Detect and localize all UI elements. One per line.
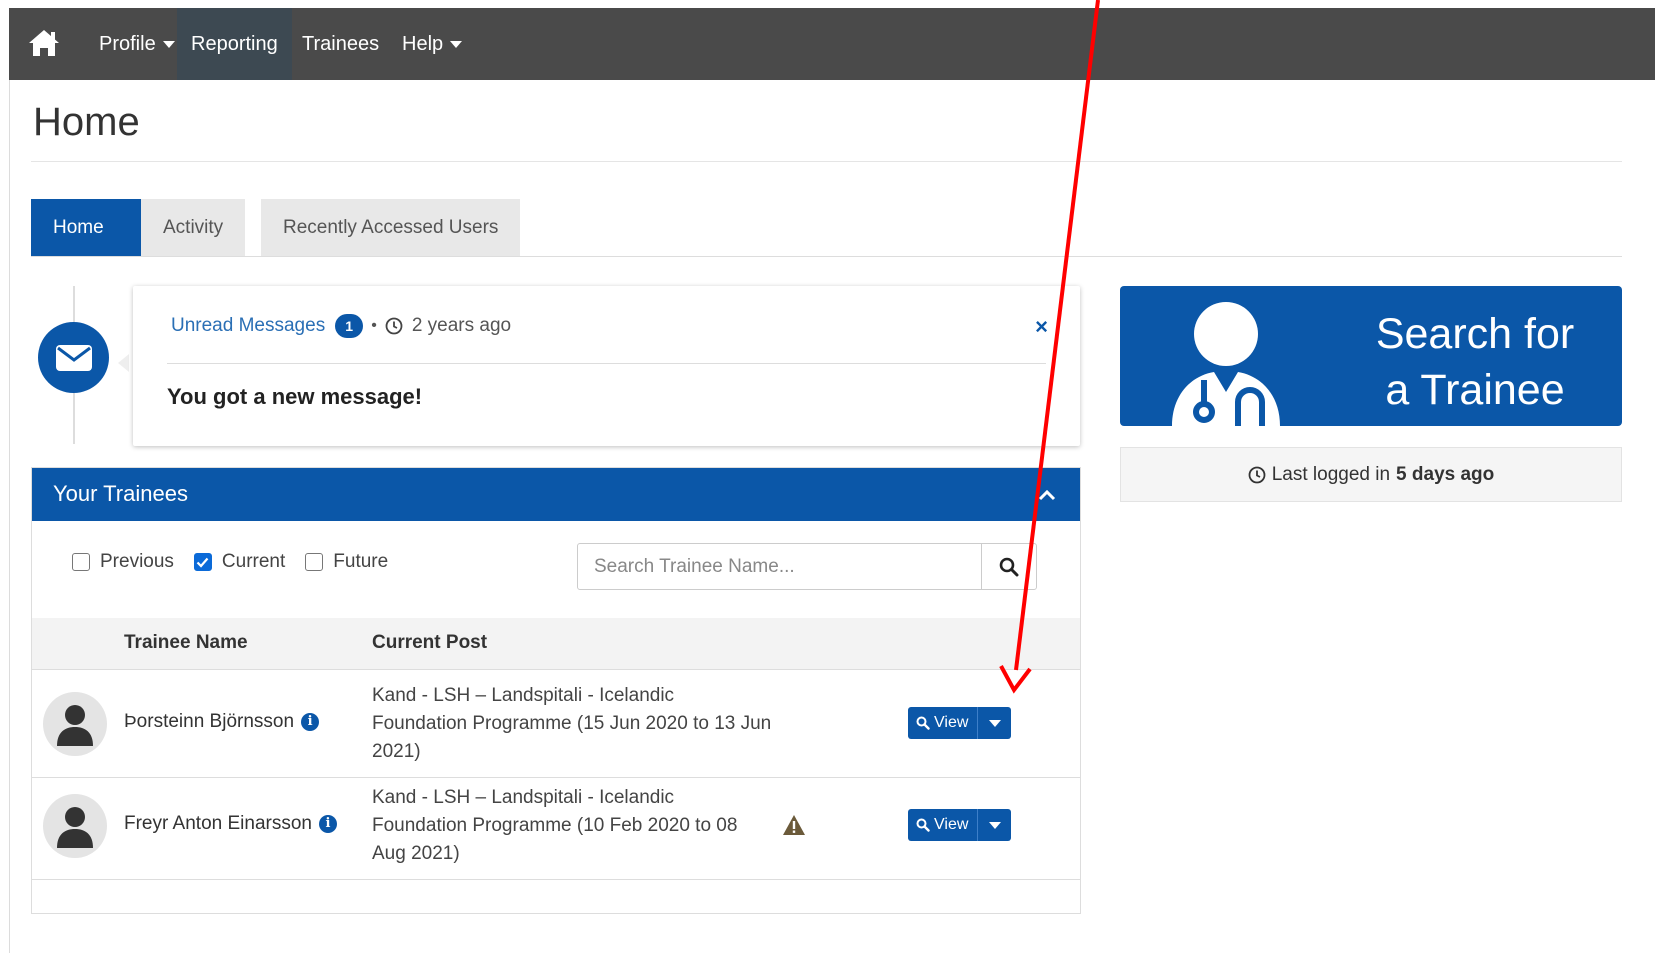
chevron-down-icon — [162, 41, 175, 49]
current-checkbox[interactable] — [193, 553, 212, 571]
nav-reporting-label: Reporting — [191, 33, 278, 55]
user-icon — [57, 705, 93, 746]
view-label: View — [934, 816, 969, 833]
search-for-trainee-card[interactable]: Search for a Trainee — [1120, 286, 1622, 426]
nav-help[interactable]: Help — [388, 8, 476, 80]
user-icon — [57, 807, 93, 848]
info-icon[interactable]: i — [301, 713, 320, 731]
col-trainee-name: Trainee Name — [124, 632, 248, 653]
trainee-filters: Previous Current Future — [72, 551, 408, 573]
view-label: View — [934, 714, 969, 731]
nav-profile-label: Profile — [99, 33, 156, 55]
previous-checkbox[interactable] — [72, 553, 90, 571]
search-icon — [916, 716, 930, 730]
filter-future[interactable]: Future — [305, 551, 388, 573]
search-input[interactable] — [578, 544, 981, 589]
message-body: You got a new message! — [167, 384, 423, 409]
divider — [167, 363, 1046, 364]
tab-recently-accessed-users[interactable]: Recently Accessed Users — [261, 199, 521, 257]
current-post: Kand - LSH – Landspitali - Icelandic Fou… — [372, 685, 772, 762]
message-card: Unread Messages 1 • 2 years ago × You go… — [133, 286, 1080, 446]
search-card-text: Search for a Trainee — [1330, 306, 1620, 418]
unread-messages-link[interactable]: Unread Messages — [171, 315, 325, 337]
envelope-icon — [38, 322, 109, 393]
chevron-down-icon — [988, 719, 1001, 727]
last-login-prefix: Last logged in — [1271, 463, 1391, 485]
nav-trainees-label: Trainees — [302, 33, 380, 55]
divider — [31, 161, 1622, 162]
view-dropdown-toggle[interactable] — [977, 707, 1012, 739]
table-header: Trainee Name Current Post — [32, 618, 1080, 670]
view-button[interactable]: View — [908, 707, 978, 739]
message-time: 2 years ago — [411, 315, 512, 336]
trainee-name-text[interactable]: Freyr Anton Einarsson — [124, 813, 312, 835]
panel-header: Your Trainees — [32, 468, 1080, 521]
card-pointer — [118, 354, 129, 372]
table-row: Þorsteinn Björnsson i Kand - LSH – Lands… — [32, 670, 1080, 778]
info-icon[interactable]: i — [318, 815, 337, 833]
view-button-group: View — [908, 809, 1012, 841]
tab-activity[interactable]: Activity — [141, 199, 246, 257]
last-login-value: 5 days ago — [1396, 463, 1495, 485]
table-row: Freyr Anton Einarsson i Kand - LSH – Lan… — [32, 772, 1080, 880]
search-card-line1: Search for — [1375, 310, 1575, 358]
last-login-box: Last logged in 5 days ago — [1120, 447, 1622, 502]
filter-current[interactable]: Current — [193, 551, 286, 573]
filter-label: Current — [221, 551, 286, 572]
col-current-post: Current Post — [372, 632, 488, 653]
home-icon[interactable] — [27, 28, 61, 58]
filter-previous[interactable]: Previous — [72, 551, 174, 573]
current-post: Kand - LSH – Landspitali - Icelandic Fou… — [372, 787, 738, 864]
message-header: Unread Messages 1 • 2 years ago — [171, 314, 511, 338]
filter-label: Previous — [100, 551, 174, 572]
nav-profile[interactable]: Profile — [85, 8, 189, 80]
clock-icon — [385, 317, 403, 335]
view-dropdown-toggle[interactable] — [977, 809, 1012, 841]
chevron-down-icon — [450, 41, 463, 49]
future-checkbox[interactable] — [305, 553, 324, 571]
avatar — [43, 692, 107, 756]
page-title: Home — [33, 100, 140, 144]
trainee-name: Þorsteinn Björnsson i — [124, 711, 320, 733]
clock-icon — [1248, 466, 1266, 483]
search-icon — [916, 818, 930, 832]
close-icon[interactable]: × — [1035, 314, 1048, 340]
filter-label: Future — [333, 551, 389, 572]
search-icon — [999, 557, 1019, 576]
nav-trainees[interactable]: Trainees — [288, 8, 393, 80]
trainee-name-text[interactable]: Þorsteinn Björnsson — [124, 711, 294, 733]
warning-icon — [783, 815, 805, 835]
avatar — [43, 794, 107, 858]
top-navbar: Profile Reporting Trainees Help — [9, 8, 1655, 80]
chevron-up-icon[interactable] — [1036, 484, 1058, 506]
view-button[interactable]: View — [908, 809, 978, 841]
search-card-line2: a Trainee — [1385, 366, 1565, 414]
panel-title: Your Trainees — [53, 481, 188, 506]
trainee-search — [577, 543, 1037, 590]
nav-reporting[interactable]: Reporting — [177, 8, 292, 80]
separator: • — [371, 317, 377, 334]
view-button-group: View — [908, 707, 1012, 739]
unread-count-badge: 1 — [335, 314, 364, 338]
doctor-icon — [1172, 302, 1280, 426]
trainee-name: Freyr Anton Einarsson i — [124, 813, 337, 835]
chevron-down-icon — [988, 821, 1001, 829]
divider — [31, 256, 1622, 257]
your-trainees-panel: Your Trainees Previous Current Future Se… — [31, 467, 1081, 914]
search-button[interactable] — [981, 544, 1036, 589]
nav-help-label: Help — [402, 33, 444, 55]
